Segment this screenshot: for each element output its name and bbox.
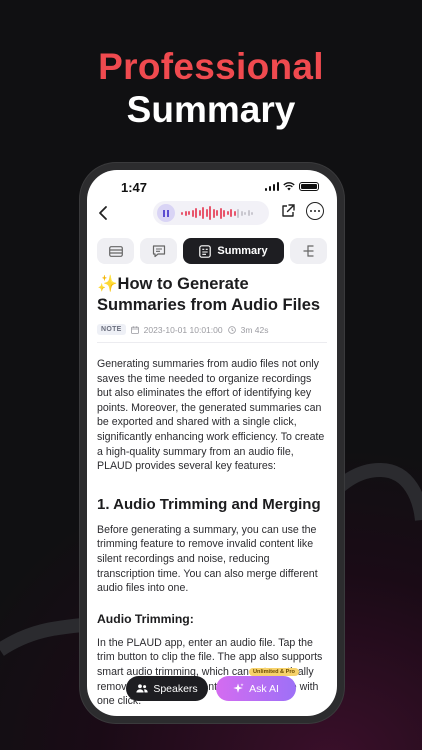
intro-paragraph: Generating summaries from audio files no… [97, 358, 325, 473]
note-duration: 3m 42s [240, 324, 269, 335]
mindmap-icon [303, 245, 314, 257]
people-icon [136, 684, 148, 693]
section-paragraph: Before generating a summary, you can use… [97, 523, 318, 595]
tab-mindmap[interactable] [290, 238, 327, 264]
floating-actions: Speakers Ask AI Unlimited & Pro [87, 668, 337, 702]
tab-transcript[interactable] [97, 238, 134, 264]
status-time: 1:47 [121, 180, 148, 195]
subsection-heading: Audio Trimming: [97, 611, 194, 626]
speakers-button[interactable]: Speakers [126, 676, 208, 701]
ask-ai-plan-badge: Unlimited & Pro [249, 668, 299, 676]
note-badge: NOTE [97, 324, 126, 335]
chat-icon [152, 244, 165, 257]
share-icon[interactable] [280, 203, 296, 219]
view-tabs: Summary [87, 238, 337, 272]
status-icons [264, 182, 319, 191]
clock-icon [227, 325, 236, 334]
phone-screen: 1:47 Summary ✨How to Generate Summaries … [87, 170, 337, 716]
sparkle-icon: ✨ [97, 275, 118, 293]
tab-chat[interactable] [140, 238, 177, 264]
tab-summary-label: Summary [217, 245, 268, 257]
speakers-label: Speakers [153, 682, 198, 695]
ask-ai-label: Ask AI [249, 682, 279, 695]
wifi-icon [283, 182, 295, 191]
sparkle-ai-icon [233, 683, 244, 693]
headline: Professional Summary [0, 46, 422, 132]
note-title-text: How to Generate Summaries from Audio Fil… [97, 275, 321, 314]
audio-player[interactable] [153, 201, 269, 225]
section-heading: 1. Audio Trimming and Merging [97, 495, 321, 513]
back-button[interactable] [97, 204, 111, 222]
note-meta: NOTE 2023-10-01 10:01:00 3m 42s [97, 324, 327, 343]
waveform [181, 205, 253, 221]
note-datetime: 2023-10-01 10:01:00 [143, 324, 223, 335]
more-options-icon[interactable] [306, 202, 324, 220]
calendar-icon [130, 325, 139, 334]
signal-icon [264, 182, 279, 191]
top-bar [87, 200, 337, 228]
pause-button[interactable] [157, 204, 175, 222]
headline-line-2: Summary [126, 89, 296, 130]
headline-line-1: Professional [98, 46, 324, 87]
note-title: ✨How to Generate Summaries from Audio Fi… [97, 274, 327, 316]
status-bar: 1:47 [87, 170, 337, 200]
note-content: ✨How to Generate Summaries from Audio Fi… [87, 274, 337, 709]
phone-frame: 1:47 Summary ✨How to Generate Summaries … [80, 163, 344, 723]
tab-summary[interactable]: Summary [183, 238, 284, 264]
list-icon [108, 245, 123, 257]
battery-icon [299, 182, 319, 191]
summary-icon [199, 244, 212, 258]
ask-ai-button[interactable]: Ask AI [216, 676, 296, 701]
